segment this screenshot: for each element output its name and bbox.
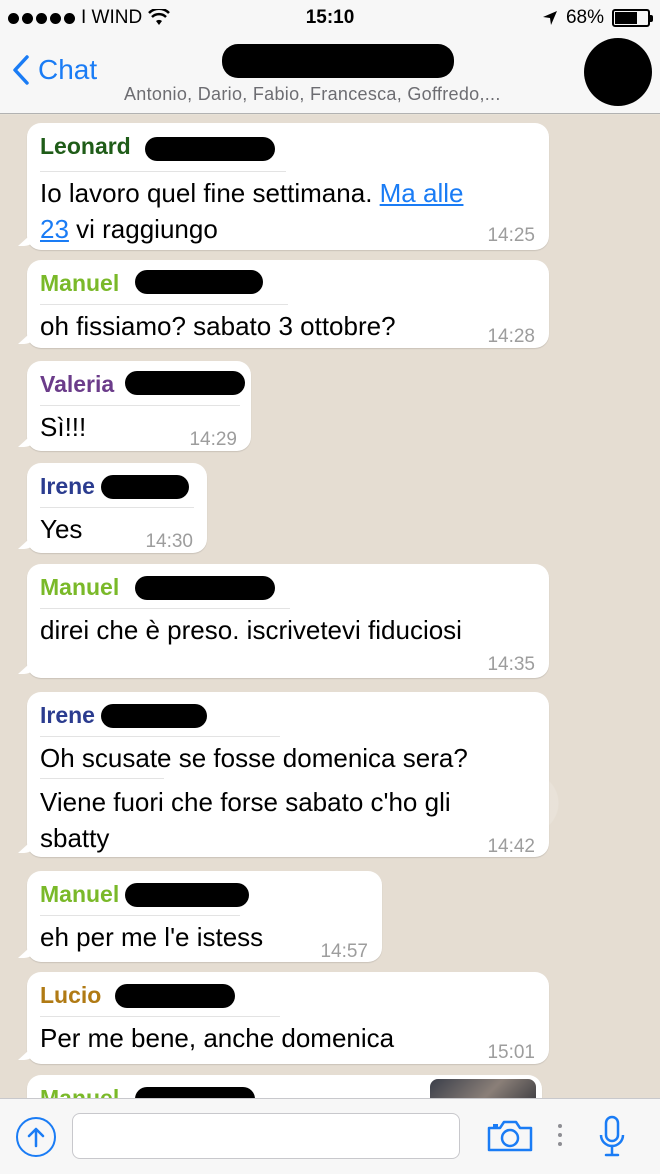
separator xyxy=(40,915,240,916)
message-bubble[interactable]: Manuel oh fissiamo? sabato 3 ottobre? 14… xyxy=(18,260,549,348)
battery-icon xyxy=(612,9,653,27)
message-time: 14:35 xyxy=(487,654,535,675)
message-time: 14:42 xyxy=(487,836,535,857)
message-time: 14:25 xyxy=(487,225,535,246)
sender-name: Manuel xyxy=(40,270,120,296)
sender-name: Manuel xyxy=(40,1085,120,1098)
separator xyxy=(40,304,288,305)
battery-level-fill xyxy=(615,12,637,24)
separator xyxy=(40,507,194,508)
back-label: Chat xyxy=(38,54,98,85)
message-bubble[interactable]: Valeria Sì!!! 14:29 xyxy=(18,361,251,451)
message-time: 15:01 xyxy=(487,1042,535,1063)
message-bubble[interactable]: Irene Oh scusate se fosse domenica sera?… xyxy=(18,692,549,857)
camera-button[interactable] xyxy=(486,1119,534,1158)
group-title-redacted[interactable] xyxy=(222,44,454,78)
message-text: Per me bene, anche domenica xyxy=(40,1023,395,1053)
mic-button[interactable] xyxy=(598,1115,626,1164)
message-time: 14:57 xyxy=(320,941,368,962)
surname-redacted xyxy=(101,475,189,499)
separator xyxy=(40,405,240,406)
message-list[interactable]: Leonard Io lavoro quel fine settimana. M… xyxy=(0,115,660,1098)
sender-name: Manuel xyxy=(40,881,120,907)
message-text: Yes xyxy=(40,514,83,544)
upload-arrow-icon xyxy=(27,1127,45,1148)
message-bubble[interactable]: Leonard Io lavoro quel fine settimana. M… xyxy=(18,123,549,250)
more-dots-icon xyxy=(558,1124,562,1146)
message-bubble[interactable]: Manuel direi che è preso. iscrivetevi fi… xyxy=(18,564,549,678)
message-text: Sì!!! xyxy=(40,412,87,442)
share-button[interactable] xyxy=(16,1117,56,1157)
group-members[interactable]: Antonio, Dario, Fabio, Francesca, Goffre… xyxy=(124,84,501,105)
separator xyxy=(40,608,290,609)
sender-name: Valeria xyxy=(40,371,115,397)
separator xyxy=(40,778,164,779)
chevron-left-icon xyxy=(13,55,29,85)
message-text: oh fissiamo? sabato 3 ottobre? xyxy=(40,311,396,341)
chat-header: Chat Antonio, Dario, Fabio, Francesca, G… xyxy=(0,36,660,114)
message-bubble[interactable]: Lucio Per me bene, anche domenica 15:01 xyxy=(18,972,549,1064)
input-bar xyxy=(0,1098,660,1174)
message-time: 14:29 xyxy=(189,429,237,450)
surname-redacted xyxy=(135,576,275,600)
surname-redacted xyxy=(135,270,263,294)
message-text: direi che è preso. iscrivetevi fiduciosi xyxy=(40,615,462,645)
separator xyxy=(40,171,286,172)
camera-icon xyxy=(487,1120,533,1152)
separator xyxy=(40,1016,280,1017)
sender-name: Irene xyxy=(40,473,95,499)
message-bubble[interactable]: Manuel xyxy=(27,1075,542,1098)
message-text: Viene fuori che forse sabato c'ho gli sba… xyxy=(40,787,451,853)
surname-redacted xyxy=(135,1087,255,1098)
status-right: 68% xyxy=(542,7,653,29)
sender-name: Leonard xyxy=(40,133,131,159)
message-text: Io lavoro quel fine settimana. Ma alle 2… xyxy=(40,178,464,244)
message-input[interactable] xyxy=(72,1113,460,1159)
back-button[interactable]: Chat xyxy=(12,54,97,86)
message-bubble[interactable]: Manuel eh per me l'e istess 14:57 xyxy=(18,871,382,962)
surname-redacted xyxy=(125,371,245,395)
status-bar: I WIND 15:10 68% xyxy=(0,0,660,36)
microphone-icon xyxy=(599,1115,625,1157)
battery-percent: 68% xyxy=(565,7,604,28)
message-link[interactable]: 23 xyxy=(40,214,69,244)
message-time: 14:28 xyxy=(487,326,535,347)
surname-redacted xyxy=(101,704,207,728)
message-bubble[interactable]: Irene Yes 14:30 xyxy=(18,463,207,553)
sender-name: Manuel xyxy=(40,574,120,600)
message-text: eh per me l'e istess xyxy=(40,922,264,952)
message-text: Oh scusate se fosse domenica sera? xyxy=(40,743,468,773)
image-thumbnail[interactable] xyxy=(430,1079,536,1098)
message-time: 14:30 xyxy=(145,531,193,552)
group-avatar[interactable] xyxy=(584,38,652,106)
location-arrow-icon xyxy=(542,11,557,25)
sender-name: Lucio xyxy=(40,982,102,1008)
separator xyxy=(40,736,280,737)
message-link[interactable]: Ma alle xyxy=(380,178,464,208)
surname-redacted xyxy=(115,984,235,1008)
surname-redacted xyxy=(125,883,249,907)
sender-name: Irene xyxy=(40,702,95,728)
surname-redacted xyxy=(145,137,275,161)
